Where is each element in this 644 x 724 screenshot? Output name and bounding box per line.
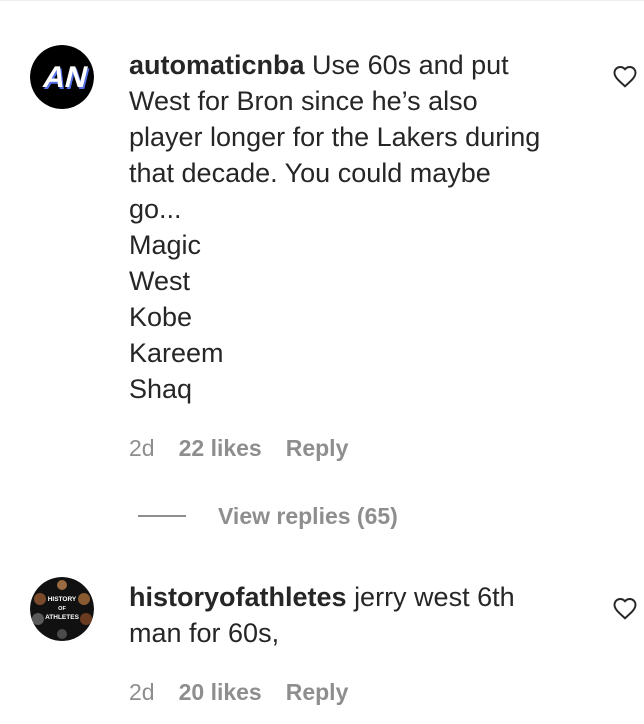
comment-text-line: Kareem xyxy=(129,338,224,368)
comment-username[interactable]: automaticnba xyxy=(129,50,305,80)
svg-text:AN: AN xyxy=(40,60,92,93)
comment-likes[interactable]: 20 likes xyxy=(179,679,262,706)
comment-body: historyofathletes jerry west 6th man for… xyxy=(129,579,591,651)
reply-button[interactable]: Reply xyxy=(286,679,349,706)
history-of-athletes-logo-icon: HISTORY OF ATHLETES xyxy=(30,577,94,641)
comment-text-line: West xyxy=(129,266,191,296)
view-replies-label: View replies (65) xyxy=(218,502,398,529)
comment-time: 2d xyxy=(129,434,155,461)
comment-meta: 2d 22 likes Reply xyxy=(129,433,348,463)
comment-likes[interactable]: 22 likes xyxy=(179,435,262,462)
avatar-text: OF xyxy=(58,606,66,612)
comment-text-line: man for 60s, xyxy=(129,618,280,648)
avatar-text: ATHLETES xyxy=(45,614,79,621)
automaticnba-logo-icon: AN AN xyxy=(30,45,94,109)
comment-text-line: Use 60s and put xyxy=(312,50,509,80)
like-heart-icon[interactable] xyxy=(612,64,638,88)
comment-text-line: West for Bron since he’s also xyxy=(129,86,478,116)
comment-time: 2d xyxy=(129,678,155,705)
comment-text-line: Shaq xyxy=(129,374,193,404)
like-heart-icon[interactable] xyxy=(612,596,638,620)
comment-body: automaticnba Use 60s and put West for Br… xyxy=(129,47,591,407)
view-replies-dash xyxy=(138,515,186,517)
top-divider xyxy=(0,0,644,1)
comment-meta: 2d 20 likes Reply xyxy=(129,677,348,707)
comment-text-line: Magic xyxy=(129,230,202,260)
comment-text-line: go... xyxy=(129,194,182,224)
avatar-text: HISTORY xyxy=(48,596,77,603)
avatar[interactable]: HISTORY OF ATHLETES xyxy=(30,577,94,641)
comment-text-line: Kobe xyxy=(129,302,193,332)
avatar[interactable]: AN AN xyxy=(30,45,94,109)
view-replies-button[interactable]: View replies (65) xyxy=(138,500,398,532)
comment-text-line: jerry west 6th xyxy=(354,582,515,612)
comment-username[interactable]: historyofathletes xyxy=(129,582,347,612)
comment-text-line: that decade. You could maybe xyxy=(129,158,491,188)
comment-text-line: player longer for the Lakers during xyxy=(129,122,541,152)
reply-button[interactable]: Reply xyxy=(286,435,349,462)
